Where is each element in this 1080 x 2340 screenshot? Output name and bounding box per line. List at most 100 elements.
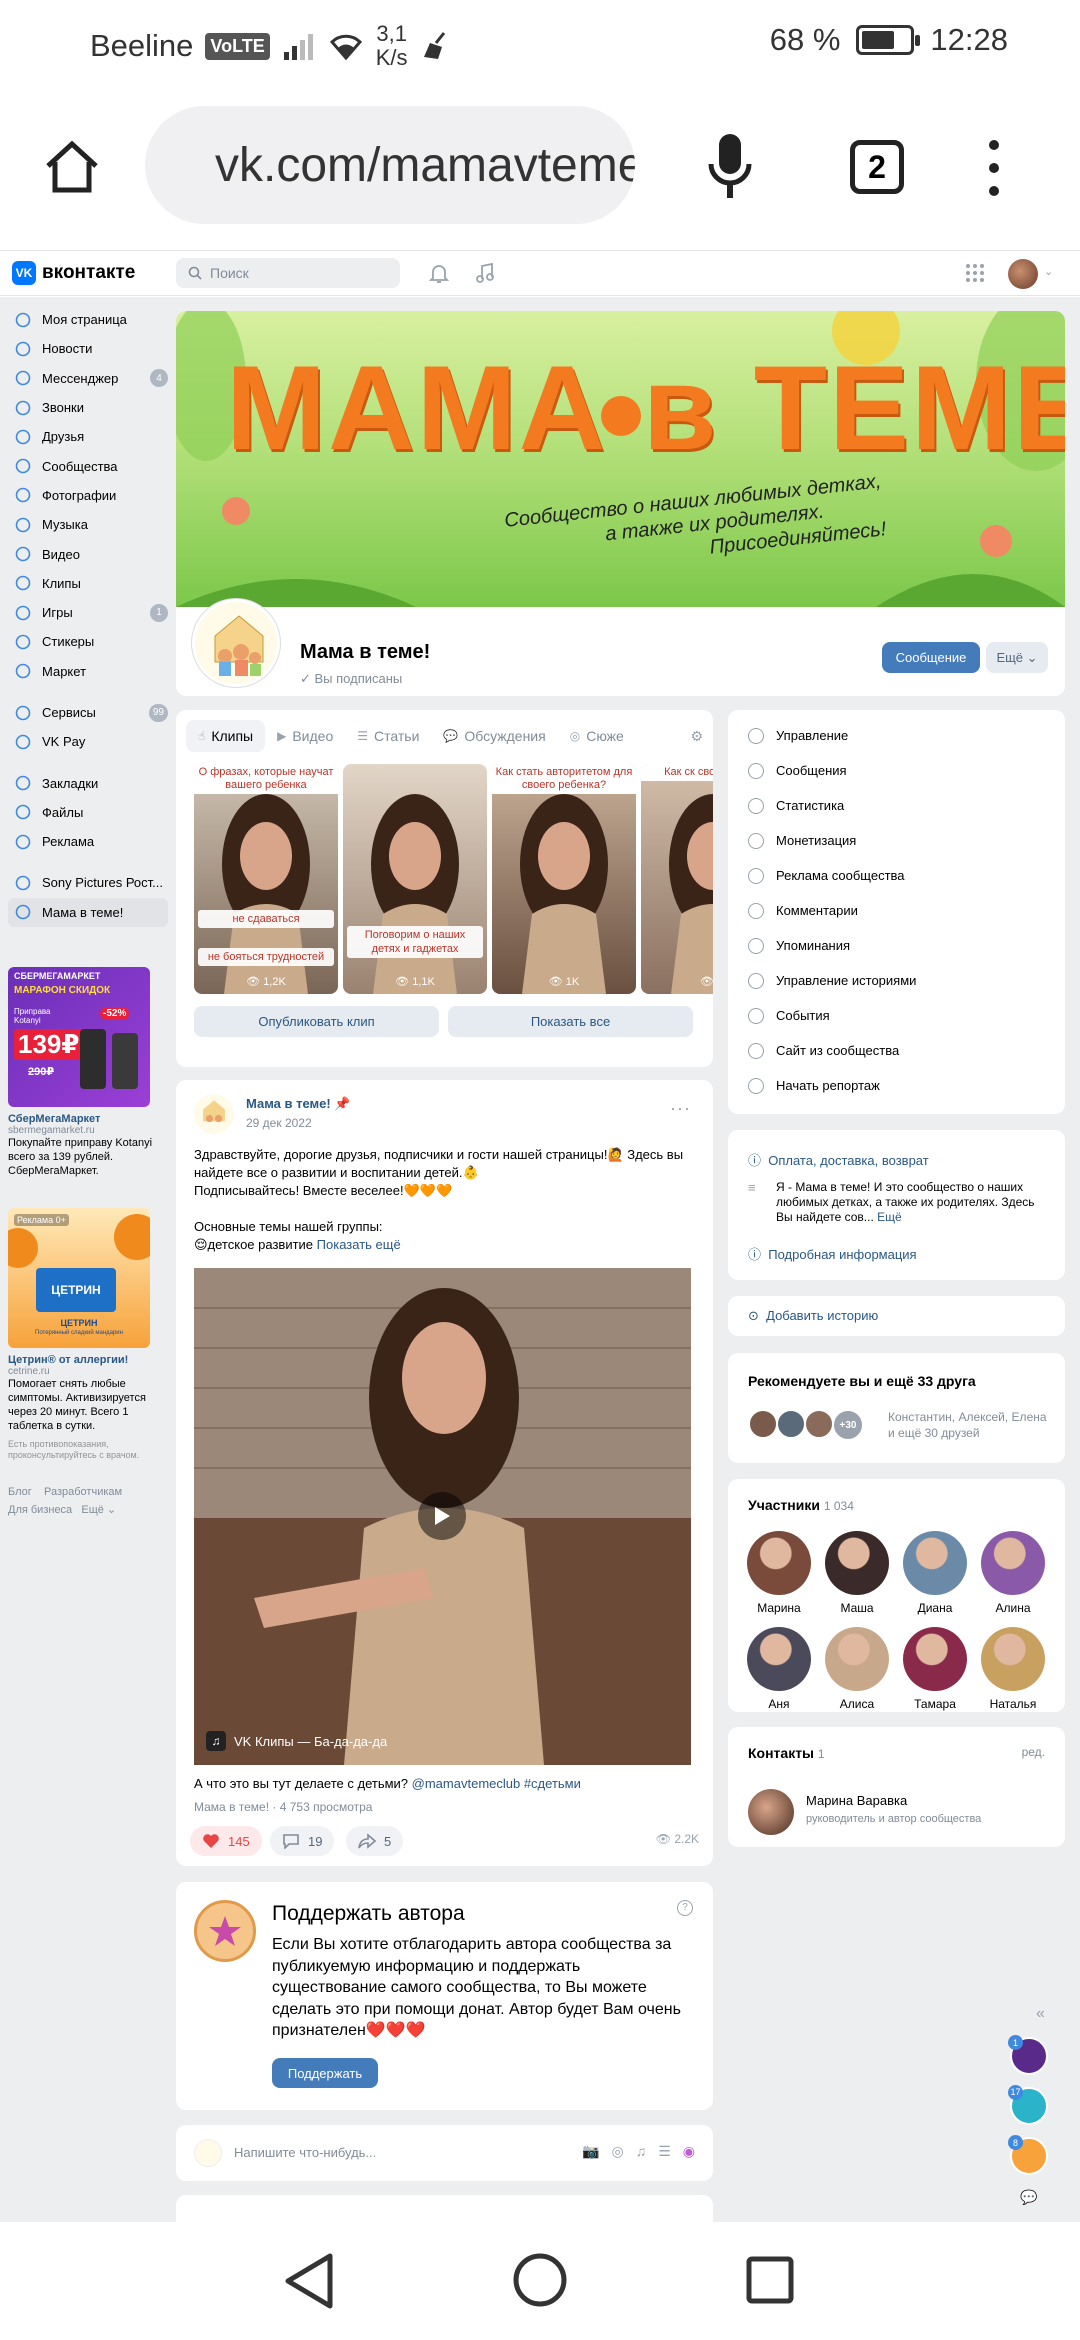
footer-link-dev[interactable]: Разработчикам — [44, 1486, 122, 1498]
sidebar-item[interactable]: Игры 1 — [8, 598, 168, 627]
chat-bubble[interactable]: 1 — [1008, 2035, 1048, 2075]
info-icon[interactable]: ? — [677, 1900, 693, 1916]
sidebar-item[interactable]: Мессенджер 4 — [8, 364, 168, 393]
admin-menu-item[interactable]: Комментарии — [728, 893, 1065, 928]
share-button[interactable]: 5 — [346, 1826, 404, 1856]
show-all-button[interactable]: Показать все — [448, 1006, 693, 1037]
details-link[interactable]: ⓘ Подробная информация — [748, 1244, 917, 1263]
apps-grid-icon[interactable] — [964, 262, 986, 284]
search-input[interactable]: Поиск — [176, 258, 400, 288]
vk-logo[interactable]: VK вконтакте — [12, 261, 135, 285]
recommend-avatars[interactable]: +30 — [748, 1409, 864, 1441]
chat-list-icon[interactable]: 💬 — [1020, 2189, 1037, 2206]
sidebar-item[interactable]: Закладки — [8, 768, 168, 797]
ad-block[interactable]: СБЕРМЕГАМАРКЕТ МАРАФОН СКИДОК Приправа K… — [8, 966, 168, 1178]
content-tab[interactable]: ▶ Видео — [265, 720, 345, 752]
tab-switcher-button[interactable]: 2 — [850, 140, 904, 194]
ad-title[interactable]: Цетрин® от аллергии! — [8, 1354, 168, 1366]
contact-name[interactable]: Марина Варавка — [806, 1793, 907, 1808]
sidebar-item[interactable]: Файлы — [8, 798, 168, 827]
admin-menu-item[interactable]: События — [728, 998, 1065, 1033]
settings-gear-icon[interactable]: ⚙ — [690, 720, 703, 752]
sidebar-item[interactable]: VK Pay — [8, 727, 168, 756]
member[interactable]: Аня — [744, 1627, 814, 1711]
clip-thumbnail[interactable]: Как стать авторитетом для своего ребенка… — [492, 764, 636, 994]
member[interactable]: Марина — [744, 1531, 814, 1615]
member[interactable]: Тамара — [900, 1627, 970, 1711]
sidebar-item[interactable]: Sony Pictures Рост... — [8, 868, 168, 897]
ai-icon[interactable]: ◉ — [683, 2143, 695, 2160]
post-date[interactable]: 29 дек 2022 — [246, 1116, 312, 1130]
music-note-icon[interactable] — [474, 262, 496, 284]
clip-thumbnail[interactable]: Как ск своему ребе 👁 1, — [641, 764, 713, 994]
recents-icon[interactable] — [746, 2256, 794, 2304]
address-bar[interactable]: vk.com/mamavtemeclub — [145, 106, 635, 224]
chevron-down-icon[interactable]: ⌄ — [1044, 265, 1053, 278]
admin-menu-item[interactable]: Начать репортаж — [728, 1068, 1065, 1103]
sidebar-item[interactable]: Маркет — [8, 657, 168, 686]
post-composer[interactable]: Напишите что-нибудь... 📷 ◎ ♫ ☰ ◉ — [176, 2125, 713, 2181]
add-story-link[interactable]: ⊙ Добавить историю — [748, 1308, 878, 1324]
publish-clip-button[interactable]: Опубликовать клип — [194, 1006, 439, 1037]
more-button[interactable]: Ещё ⌄ — [986, 642, 1048, 673]
sidebar-item[interactable]: Реклама — [8, 827, 168, 856]
list-icon[interactable]: ☰ — [658, 2143, 671, 2160]
sidebar-item[interactable]: Видео — [8, 539, 168, 568]
browser-menu-button[interactable] — [988, 140, 1000, 196]
post-menu-icon[interactable]: ··· — [670, 1098, 691, 1119]
video-player[interactable]: ♫ VK Клипы — Ба-да-да-да — [194, 1268, 691, 1765]
ad-title[interactable]: СберМегаМаркет — [8, 1113, 168, 1125]
members-title[interactable]: Участники 1 034 — [748, 1497, 854, 1513]
sidebar-item[interactable]: Мама в теме! — [8, 897, 168, 927]
add-story-card[interactable]: ⊙ Добавить историю — [728, 1296, 1065, 1336]
content-tab[interactable]: ☝ Клипы — [186, 720, 266, 752]
content-tab[interactable]: 💬 Обсуждения — [431, 720, 557, 752]
more-link[interactable]: Ещё — [877, 1210, 902, 1224]
admin-menu-item[interactable]: Сообщения — [728, 753, 1065, 788]
post-author[interactable]: Мама в теме! 📌 — [246, 1096, 351, 1112]
admin-menu-item[interactable]: Монетизация — [728, 823, 1065, 858]
admin-menu-item[interactable]: Реклама сообщества — [728, 858, 1065, 893]
ad-image[interactable]: СБЕРМЕГАМАРКЕТ МАРАФОН СКИДОК Приправа K… — [8, 966, 150, 1107]
like-button[interactable]: 145 — [190, 1826, 262, 1856]
ad-block[interactable]: Реклама 0+ ЦЕТРИН ЦЕТРИН Потерянный слад… — [8, 1207, 168, 1461]
message-button[interactable]: Сообщение — [882, 642, 980, 673]
sidebar-item[interactable]: Сервисы 99 — [8, 698, 168, 727]
admin-menu-item[interactable]: Сайт из сообщества — [728, 1033, 1065, 1068]
member[interactable]: Алиса — [822, 1627, 892, 1711]
admin-menu-item[interactable]: Управление — [728, 718, 1065, 753]
content-tab[interactable]: ☰ Статьи — [345, 720, 431, 752]
footer-link-more[interactable]: Ещё ⌄ — [81, 1504, 116, 1516]
community-avatar[interactable] — [192, 599, 280, 687]
sidebar-item[interactable]: Стикеры — [8, 627, 168, 656]
clip-thumbnail[interactable]: О фразах, которые научат вашего ребенка н… — [194, 764, 338, 994]
home-icon[interactable] — [42, 136, 102, 196]
sidebar-item[interactable]: Фотографии — [8, 481, 168, 510]
clip-icon[interactable]: ◎ — [612, 2143, 624, 2160]
post-author-avatar[interactable] — [194, 1094, 234, 1134]
home-circle-icon[interactable] — [512, 2252, 568, 2308]
admin-menu-item[interactable]: Статистика — [728, 788, 1065, 823]
composer-input[interactable]: Напишите что-нибудь... — [234, 2145, 376, 2160]
collapse-chats-icon[interactable]: « — [1036, 2005, 1045, 2023]
content-tab[interactable]: ◎ Сюже — [558, 720, 636, 752]
delivery-link[interactable]: ⓘ Оплата, доставка, возврат — [748, 1150, 929, 1169]
ad-image[interactable]: Реклама 0+ ЦЕТРИН ЦЕТРИН Потерянный слад… — [8, 1207, 150, 1348]
play-button[interactable] — [418, 1492, 466, 1540]
sidebar-item[interactable]: Новости — [8, 334, 168, 363]
admin-menu-item[interactable]: Упоминания — [728, 928, 1065, 963]
sidebar-item[interactable]: Клипы — [8, 569, 168, 598]
member[interactable]: Алина — [978, 1531, 1048, 1615]
sidebar-item[interactable]: Моя страница — [8, 305, 168, 334]
comment-button[interactable]: 19 — [270, 1826, 335, 1856]
chat-bubble[interactable]: 8 — [1008, 2135, 1048, 2175]
clip-thumbnail[interactable]: Поговорим о наших детях и гаджетах 👁 1,1K — [343, 764, 487, 994]
back-icon[interactable] — [282, 2252, 338, 2310]
microphone-icon[interactable] — [705, 132, 755, 202]
sidebar-item[interactable]: Сообщества — [8, 451, 168, 480]
profile-avatar[interactable] — [1008, 259, 1038, 289]
support-button[interactable]: Поддержать — [272, 2058, 378, 2088]
footer-link-blog[interactable]: Блог — [8, 1486, 32, 1498]
member[interactable]: Маша — [822, 1531, 892, 1615]
footer-link-business[interactable]: Для бизнеса — [8, 1504, 72, 1516]
